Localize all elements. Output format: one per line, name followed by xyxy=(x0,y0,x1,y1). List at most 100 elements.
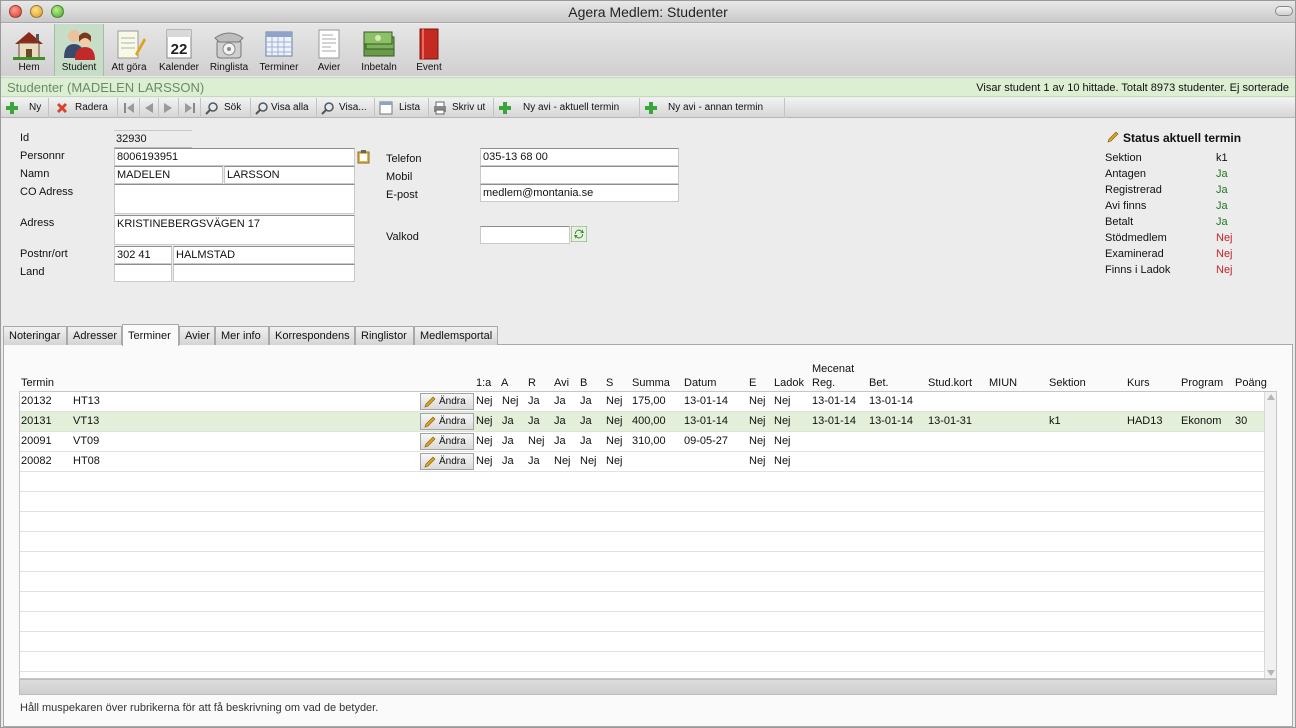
print-button[interactable]: Skriv ut xyxy=(429,98,494,118)
empty-table-row xyxy=(20,612,1264,632)
last-record-button[interactable] xyxy=(179,98,201,118)
main-toolbar: Hem Student Att göra 22 Kalender Ringlis… xyxy=(1,24,1295,76)
table-row[interactable]: 20132 HT13 Nej Nej Ja Ja Ja Nej 175,00 13-01-14 Ne… xyxy=(20,392,1264,412)
column-header-miun[interactable]: MIUN xyxy=(989,377,1017,389)
toolbar-toggle-button[interactable] xyxy=(1275,6,1293,16)
column-header-kurs[interactable]: Kurs xyxy=(1127,377,1150,389)
co-address-label: CO Adress xyxy=(20,186,74,198)
toolbar-calendar-button[interactable]: 22 Kalender xyxy=(154,24,204,76)
edit-button[interactable]: Ändra xyxy=(420,413,474,430)
cell-name: VT09 xyxy=(73,435,100,447)
valkod-label: Valkod xyxy=(386,231,419,243)
valkod-field[interactable] xyxy=(480,226,570,244)
tab-avier[interactable]: Avier xyxy=(179,326,215,345)
vertical-scrollbar[interactable] xyxy=(1264,392,1276,678)
column-header-mecenat[interactable]: Mecenat xyxy=(812,363,854,375)
table-row[interactable]: 20131 VT13 Nej Ja Ja Ja Ja Nej 400,00 13-01-14 Nej… xyxy=(20,412,1264,432)
toolbar-avier-button[interactable]: Avier xyxy=(304,24,354,76)
column-header-bet[interactable]: Bet. xyxy=(869,377,889,389)
co-address-field[interactable] xyxy=(114,184,355,214)
column-header-studkort[interactable]: Stud.kort xyxy=(928,377,972,389)
mobile-field[interactable] xyxy=(480,166,679,184)
toolbar-event-button[interactable]: Event xyxy=(404,24,454,76)
minimize-window-button[interactable] xyxy=(30,5,43,18)
ort-field[interactable]: HALMSTAD xyxy=(173,246,355,264)
clipboard-icon[interactable] xyxy=(357,150,370,164)
email-field[interactable]: medlem@montania.se xyxy=(480,184,679,202)
tab-ringlistor[interactable]: Ringlistor xyxy=(355,326,414,345)
phone-field[interactable]: 035-13 68 00 xyxy=(480,148,679,166)
student-icon xyxy=(64,30,95,60)
cell-summa: 175,00 xyxy=(632,395,666,407)
column-header-a[interactable]: A xyxy=(501,377,508,389)
postnr-field[interactable]: 302 41 xyxy=(114,246,172,264)
edit-button[interactable]: Ändra xyxy=(420,433,474,450)
tab-mer-info[interactable]: Mer info xyxy=(215,326,269,345)
column-header-poang[interactable]: Poäng xyxy=(1235,377,1267,389)
magnifier-icon xyxy=(255,102,268,115)
show-button[interactable]: Visa... xyxy=(317,98,375,118)
tab-medlemsportal[interactable]: Medlemsportal xyxy=(414,326,498,345)
tab-terminer[interactable]: Terminer xyxy=(122,324,179,346)
edit-button[interactable]: Ändra xyxy=(420,393,474,410)
first-record-button[interactable] xyxy=(118,98,140,118)
toolbar-ringlista-button[interactable]: Ringlista xyxy=(204,24,254,76)
column-header-termin[interactable]: Termin xyxy=(21,377,54,389)
scroll-down-icon[interactable] xyxy=(1267,670,1275,676)
printer-icon xyxy=(434,101,446,115)
column-header-sektion[interactable]: Sektion xyxy=(1049,377,1086,389)
status-value: k1 xyxy=(1216,152,1228,164)
column-header-summa[interactable]: Summa xyxy=(632,377,670,389)
new-invoice-other-term-button[interactable]: Ny avi - annan termin xyxy=(640,98,785,118)
toolbar-inbetaln-button[interactable]: Inbetaln xyxy=(354,24,404,76)
refresh-icon[interactable] xyxy=(571,226,587,242)
previous-record-button[interactable] xyxy=(140,98,159,118)
first-name-field[interactable]: MADELEN xyxy=(114,166,223,184)
column-header-program[interactable]: Program xyxy=(1181,377,1223,389)
new-invoice-current-term-button[interactable]: Ny avi - aktuell termin xyxy=(494,98,640,118)
tab-adresser[interactable]: Adresser xyxy=(67,326,122,345)
tab-korrespondens[interactable]: Korrespondens xyxy=(269,326,355,345)
country-code-field[interactable] xyxy=(114,264,172,282)
table-row[interactable]: 20082 HT08 Nej Ja Ja Nej Nej Nej Nej Nej Ändra xyxy=(20,452,1264,472)
column-header-ladok[interactable]: Ladok xyxy=(774,377,804,389)
column-header-avi[interactable]: Avi xyxy=(554,377,569,389)
toolbar-terminer-button[interactable]: Terminer xyxy=(254,24,304,76)
search-button[interactable]: Sök xyxy=(201,98,251,118)
toolbar-student-button[interactable]: Student xyxy=(54,24,104,76)
column-header-b[interactable]: B xyxy=(580,377,587,389)
list-icon xyxy=(379,101,393,115)
column-header-e[interactable]: E xyxy=(749,377,756,389)
column-header-datum[interactable]: Datum xyxy=(684,377,716,389)
empty-table-row xyxy=(20,592,1264,612)
new-button[interactable]: Ny xyxy=(1,98,49,118)
tab-noteringar[interactable]: Noteringar xyxy=(3,326,67,345)
id-field[interactable]: 32930 xyxy=(114,130,192,148)
show-all-button[interactable]: Visa alla xyxy=(251,98,317,118)
table-row[interactable]: 20091 VT09 Nej Ja Nej Ja Ja Nej 310,00 09-05-27 Ne… xyxy=(20,432,1264,452)
personnr-field[interactable]: 8006193951 xyxy=(114,148,355,166)
country-field[interactable] xyxy=(173,264,355,282)
zoom-window-button[interactable] xyxy=(51,5,64,18)
next-record-button[interactable] xyxy=(159,98,179,118)
column-header-s[interactable]: S xyxy=(606,377,613,389)
scroll-up-icon[interactable] xyxy=(1267,394,1275,400)
column-header-reg[interactable]: Reg. xyxy=(812,377,835,389)
last-name-field[interactable]: LARSSON xyxy=(224,166,355,184)
column-header-first[interactable]: 1:a xyxy=(476,377,491,389)
toolbar-label: Hem xyxy=(18,62,40,73)
delete-button[interactable]: Radera xyxy=(49,98,118,118)
status-value: Ja xyxy=(1216,200,1228,212)
cell-termin: 20091 xyxy=(21,435,52,447)
address-field[interactable]: KRISTINEBERGSVÄGEN 17 xyxy=(114,215,355,245)
country-label: Land xyxy=(20,266,45,278)
toolbar-todo-button[interactable]: Att göra xyxy=(104,24,154,76)
close-window-button[interactable] xyxy=(9,5,22,18)
column-header-r[interactable]: R xyxy=(528,377,536,389)
list-button[interactable]: Lista xyxy=(375,98,429,118)
toolbar-home-button[interactable]: Hem xyxy=(4,24,54,76)
status-value: Nej xyxy=(1216,248,1233,260)
record-status: Visar student 1 av 10 hittade. Totalt 89… xyxy=(976,82,1289,94)
edit-button[interactable]: Ändra xyxy=(420,453,474,470)
edit-button-label: Ändra xyxy=(439,416,466,427)
